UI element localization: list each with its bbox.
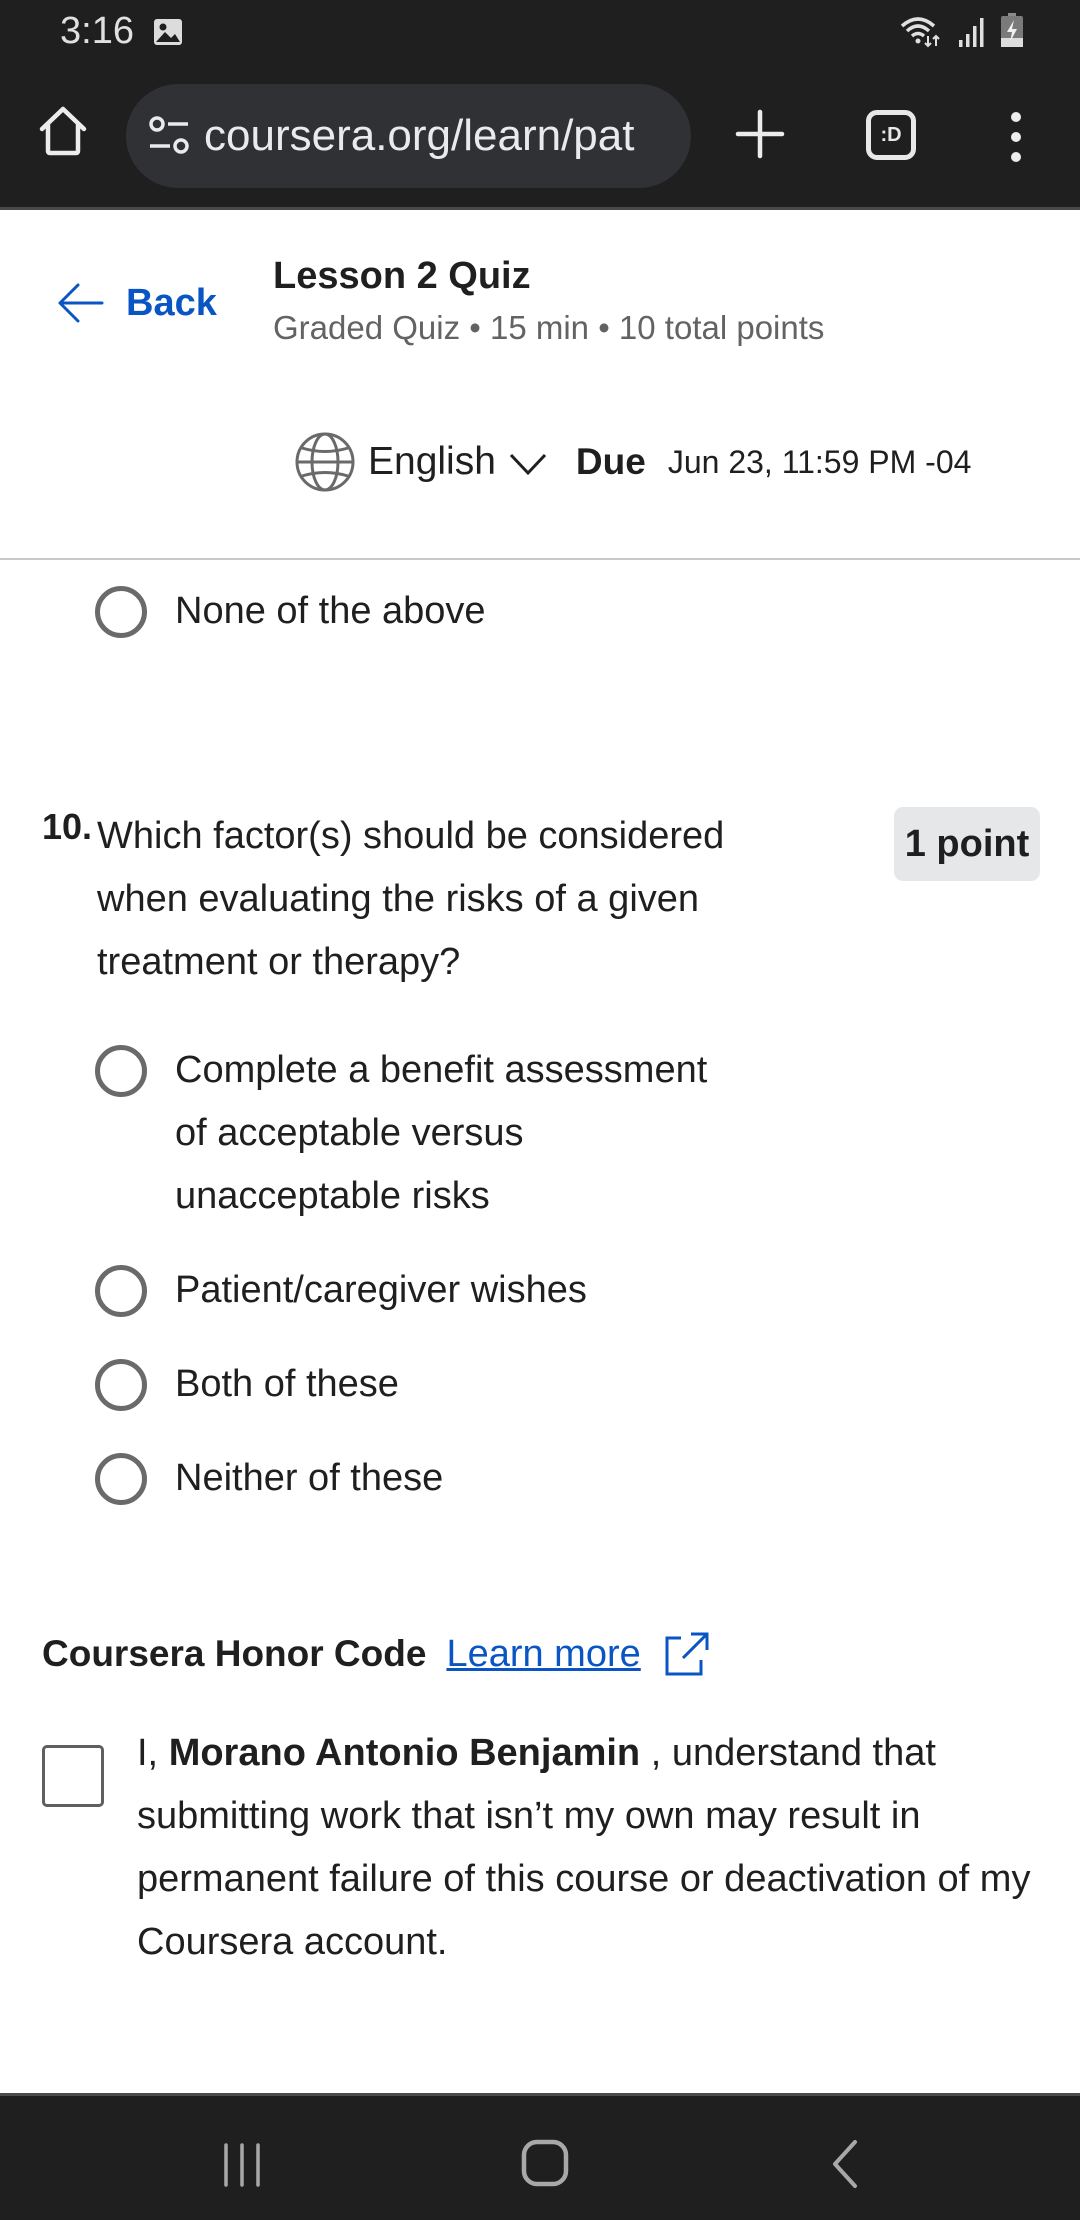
page-title: Lesson 2 Quiz xyxy=(273,255,531,297)
points-badge: 1 point xyxy=(894,807,1040,881)
recents-icon[interactable] xyxy=(222,2142,262,2188)
language-label: English xyxy=(368,440,496,483)
honor-code-statement: I, Morano Antonio Benjamin , understand … xyxy=(137,1722,1037,1974)
radio-button[interactable] xyxy=(95,1359,147,1411)
option-none-of-the-above[interactable]: None of the above xyxy=(95,586,486,643)
due-label: Due xyxy=(575,441,646,482)
url-bar[interactable]: coursera.org/learn/pat xyxy=(126,84,691,188)
system-nav-bar xyxy=(0,2093,1080,2220)
quiz-header: Back Lesson 2 Quiz Graded Quiz • 15 min … xyxy=(0,213,1080,560)
due-date: Jun 23, 11:59 PM -04 xyxy=(667,443,972,480)
status-time: 3:16 xyxy=(60,10,134,52)
tabs-button[interactable]: :D xyxy=(866,110,916,160)
arrow-left-icon xyxy=(58,283,104,323)
language-due-row: English Due Jun 23, 11:59 PM -04 xyxy=(294,431,971,493)
signal-icon xyxy=(959,18,984,47)
question-text: Which factor(s) should be considered whe… xyxy=(97,815,725,983)
home-icon[interactable] xyxy=(520,2138,570,2188)
learner-name: Morano Antonio Benjamin xyxy=(168,1732,641,1774)
radio-button[interactable] xyxy=(95,586,147,638)
site-settings-icon[interactable] xyxy=(146,113,192,159)
gallery-icon xyxy=(154,19,182,45)
tabs-label: :D xyxy=(880,123,902,146)
more-menu-icon[interactable] xyxy=(1000,110,1032,164)
radio-button[interactable] xyxy=(95,1045,147,1097)
back-label: Back xyxy=(126,281,217,324)
option-label: Complete a benefit assessment of accepta… xyxy=(175,1049,708,1217)
option-neither-of-these[interactable]: Neither of these xyxy=(95,1453,443,1510)
option-label: Both of these xyxy=(175,1363,399,1405)
status-bar: 3:16 xyxy=(0,0,1080,64)
honor-code-title: Coursera Honor Code xyxy=(42,1633,427,1674)
new-tab-icon[interactable] xyxy=(734,108,786,160)
browser-toolbar: coursera.org/learn/pat :D xyxy=(0,64,1080,210)
option-patient-caregiver-wishes[interactable]: Patient/caregiver wishes xyxy=(95,1265,587,1322)
wifi-icon xyxy=(900,17,940,48)
radio-button[interactable] xyxy=(95,1265,147,1317)
option-label: Neither of these xyxy=(175,1457,444,1499)
status-icons xyxy=(898,12,1024,48)
back-button[interactable]: Back xyxy=(56,279,217,327)
chevron-down-icon xyxy=(509,453,547,476)
battery-charging-icon xyxy=(1001,13,1023,47)
option-both-of-these[interactable]: Both of these xyxy=(95,1359,399,1416)
honor-code-header: Coursera Honor Code Learn more xyxy=(42,1630,711,1678)
option-label: None of the above xyxy=(175,590,486,632)
option-benefit-assessment[interactable]: Complete a benefit assessment of accepta… xyxy=(95,1045,735,1228)
home-icon[interactable] xyxy=(36,104,90,158)
quiz-meta: Graded Quiz • 15 min • 10 total points xyxy=(273,309,825,346)
honor-prefix: I, xyxy=(137,1732,169,1774)
honor-code-checkbox[interactable] xyxy=(42,1745,104,1807)
radio-button[interactable] xyxy=(95,1453,147,1505)
option-label: Patient/caregiver wishes xyxy=(175,1269,587,1311)
external-link-icon[interactable] xyxy=(663,1630,711,1678)
url-text[interactable]: coursera.org/learn/pat xyxy=(204,111,634,161)
back-icon[interactable] xyxy=(830,2139,860,2189)
globe-icon xyxy=(295,432,355,492)
learn-more-link[interactable]: Learn more xyxy=(446,1633,640,1676)
language-selector[interactable]: English xyxy=(294,431,548,493)
question-number: 10. xyxy=(42,806,93,847)
